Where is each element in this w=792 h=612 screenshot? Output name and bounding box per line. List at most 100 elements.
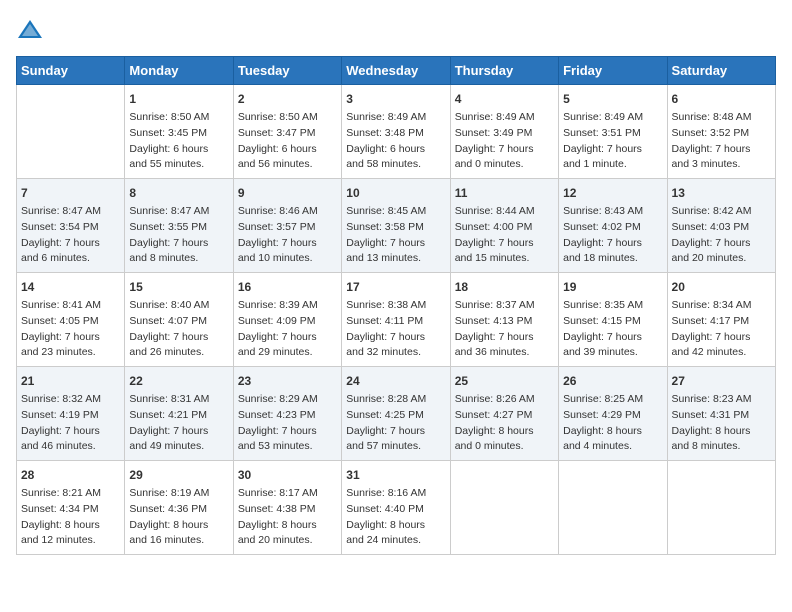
calendar-cell: 21 Sunrise: 8:32 AM Sunset: 4:19 PM Dayli… [17, 367, 125, 461]
calendar-cell: 2 Sunrise: 8:50 AM Sunset: 3:47 PM Daylig… [233, 85, 341, 179]
cell-content: Sunrise: 8:17 AM Sunset: 4:38 PM Dayligh… [238, 486, 337, 549]
cell-content: Sunrise: 8:49 AM Sunset: 3:51 PM Dayligh… [563, 110, 662, 173]
calendar-cell: 15 Sunrise: 8:40 AM Sunset: 4:07 PM Dayli… [125, 273, 233, 367]
day-number: 26 [563, 372, 662, 390]
day-number: 20 [672, 278, 771, 296]
column-header-wednesday: Wednesday [342, 57, 450, 85]
day-number: 23 [238, 372, 337, 390]
day-number: 17 [346, 278, 445, 296]
calendar-cell: 3Sunrise: 8:49 AM Sunset: 3:48 PM Daylig… [342, 85, 450, 179]
column-header-sunday: Sunday [17, 57, 125, 85]
cell-content: Sunrise: 8:28 AM Sunset: 4:25 PM Dayligh… [346, 392, 445, 455]
cell-content: Sunrise: 8:50 AM Sunset: 3:45 PM Dayligh… [129, 110, 228, 173]
calendar-cell: 13 Sunrise: 8:42 AM Sunset: 4:03 PM Dayli… [667, 179, 775, 273]
calendar-cell: 6 Sunrise: 8:48 AM Sunset: 3:52 PM Daylig… [667, 85, 775, 179]
calendar-cell: 27 Sunrise: 8:23 AM Sunset: 4:31 PM Dayli… [667, 367, 775, 461]
calendar-cell: 19 Sunrise: 8:35 AM Sunset: 4:15 PM Dayli… [559, 273, 667, 367]
calendar-cell: 24 Sunrise: 8:28 AM Sunset: 4:25 PM Dayli… [342, 367, 450, 461]
day-number: 13 [672, 184, 771, 202]
cell-content: Sunrise: 8:49 AM Sunset: 3:48 PM Dayligh… [346, 110, 445, 173]
cell-content: Sunrise: 8:44 AM Sunset: 4:00 PM Dayligh… [455, 204, 554, 267]
cell-content: Sunrise: 8:34 AM Sunset: 4:17 PM Dayligh… [672, 298, 771, 361]
day-number: 6 [672, 90, 771, 108]
cell-content: Sunrise: 8:16 AM Sunset: 4:40 PM Dayligh… [346, 486, 445, 549]
calendar-cell: 14 Sunrise: 8:41 AM Sunset: 4:05 PM Dayli… [17, 273, 125, 367]
column-header-friday: Friday [559, 57, 667, 85]
cell-content: Sunrise: 8:29 AM Sunset: 4:23 PM Dayligh… [238, 392, 337, 455]
day-number: 2 [238, 90, 337, 108]
cell-content: Sunrise: 8:25 AM Sunset: 4:29 PM Dayligh… [563, 392, 662, 455]
calendar-cell: 5 Sunrise: 8:49 AM Sunset: 3:51 PM Daylig… [559, 85, 667, 179]
cell-content: Sunrise: 8:50 AM Sunset: 3:47 PM Dayligh… [238, 110, 337, 173]
day-number: 24 [346, 372, 445, 390]
cell-content: Sunrise: 8:35 AM Sunset: 4:15 PM Dayligh… [563, 298, 662, 361]
week-row-1: 1 Sunrise: 8:50 AM Sunset: 3:45 PM Daylig… [17, 85, 776, 179]
day-number: 18 [455, 278, 554, 296]
calendar-cell: 31 Sunrise: 8:16 AM Sunset: 4:40 PM Dayli… [342, 461, 450, 555]
day-number: 14 [21, 278, 120, 296]
day-number: 22 [129, 372, 228, 390]
day-number: 4 [455, 90, 554, 108]
day-number: 31 [346, 466, 445, 484]
day-number: 12 [563, 184, 662, 202]
calendar-cell [450, 461, 558, 555]
cell-content: Sunrise: 8:37 AM Sunset: 4:13 PM Dayligh… [455, 298, 554, 361]
day-number: 16 [238, 278, 337, 296]
calendar-cell [17, 85, 125, 179]
calendar-cell: 22Sunrise: 8:31 AM Sunset: 4:21 PM Dayli… [125, 367, 233, 461]
day-number: 9 [238, 184, 337, 202]
cell-content: Sunrise: 8:42 AM Sunset: 4:03 PM Dayligh… [672, 204, 771, 267]
calendar-cell: 10Sunrise: 8:45 AM Sunset: 3:58 PM Dayli… [342, 179, 450, 273]
calendar-cell: 1 Sunrise: 8:50 AM Sunset: 3:45 PM Daylig… [125, 85, 233, 179]
cell-content: Sunrise: 8:39 AM Sunset: 4:09 PM Dayligh… [238, 298, 337, 361]
calendar-cell: 18 Sunrise: 8:37 AM Sunset: 4:13 PM Dayli… [450, 273, 558, 367]
day-number: 27 [672, 372, 771, 390]
cell-content: Sunrise: 8:49 AM Sunset: 3:49 PM Dayligh… [455, 110, 554, 173]
cell-content: Sunrise: 8:48 AM Sunset: 3:52 PM Dayligh… [672, 110, 771, 173]
cell-content: Sunrise: 8:26 AM Sunset: 4:27 PM Dayligh… [455, 392, 554, 455]
calendar-cell: 11 Sunrise: 8:44 AM Sunset: 4:00 PM Dayli… [450, 179, 558, 273]
cell-content: Sunrise: 8:23 AM Sunset: 4:31 PM Dayligh… [672, 392, 771, 455]
calendar-cell: 4 Sunrise: 8:49 AM Sunset: 3:49 PM Daylig… [450, 85, 558, 179]
column-header-tuesday: Tuesday [233, 57, 341, 85]
calendar-cell: 28 Sunrise: 8:21 AM Sunset: 4:34 PM Dayli… [17, 461, 125, 555]
calendar-cell: 20 Sunrise: 8:34 AM Sunset: 4:17 PM Dayli… [667, 273, 775, 367]
day-number: 11 [455, 184, 554, 202]
cell-content: Sunrise: 8:46 AM Sunset: 3:57 PM Dayligh… [238, 204, 337, 267]
logo [16, 16, 48, 44]
day-number: 15 [129, 278, 228, 296]
calendar-cell: 26 Sunrise: 8:25 AM Sunset: 4:29 PM Dayli… [559, 367, 667, 461]
day-number: 21 [21, 372, 120, 390]
day-number: 19 [563, 278, 662, 296]
week-row-2: 7 Sunrise: 8:47 AM Sunset: 3:54 PM Daylig… [17, 179, 776, 273]
cell-content: Sunrise: 8:41 AM Sunset: 4:05 PM Dayligh… [21, 298, 120, 361]
column-header-saturday: Saturday [667, 57, 775, 85]
cell-content: Sunrise: 8:40 AM Sunset: 4:07 PM Dayligh… [129, 298, 228, 361]
calendar-table: SundayMondayTuesdayWednesdayThursdayFrid… [16, 56, 776, 555]
calendar-cell: 23 Sunrise: 8:29 AM Sunset: 4:23 PM Dayli… [233, 367, 341, 461]
calendar-cell: 9 Sunrise: 8:46 AM Sunset: 3:57 PM Daylig… [233, 179, 341, 273]
day-number: 28 [21, 466, 120, 484]
calendar-cell: 12 Sunrise: 8:43 AM Sunset: 4:02 PM Dayli… [559, 179, 667, 273]
day-number: 1 [129, 90, 228, 108]
cell-content: Sunrise: 8:32 AM Sunset: 4:19 PM Dayligh… [21, 392, 120, 455]
day-number: 8 [129, 184, 228, 202]
calendar-cell: 29 Sunrise: 8:19 AM Sunset: 4:36 PM Dayli… [125, 461, 233, 555]
day-number: 10 [346, 184, 445, 202]
day-number: 7 [21, 184, 120, 202]
header-row: SundayMondayTuesdayWednesdayThursdayFrid… [17, 57, 776, 85]
logo-icon [16, 16, 44, 44]
calendar-cell [559, 461, 667, 555]
column-header-thursday: Thursday [450, 57, 558, 85]
day-number: 29 [129, 466, 228, 484]
cell-content: Sunrise: 8:47 AM Sunset: 3:54 PM Dayligh… [21, 204, 120, 267]
calendar-cell: 17Sunrise: 8:38 AM Sunset: 4:11 PM Dayli… [342, 273, 450, 367]
page-header [16, 16, 776, 44]
column-header-monday: Monday [125, 57, 233, 85]
day-number: 25 [455, 372, 554, 390]
day-number: 5 [563, 90, 662, 108]
cell-content: Sunrise: 8:19 AM Sunset: 4:36 PM Dayligh… [129, 486, 228, 549]
cell-content: Sunrise: 8:21 AM Sunset: 4:34 PM Dayligh… [21, 486, 120, 549]
calendar-cell: 16 Sunrise: 8:39 AM Sunset: 4:09 PM Dayli… [233, 273, 341, 367]
cell-content: Sunrise: 8:43 AM Sunset: 4:02 PM Dayligh… [563, 204, 662, 267]
